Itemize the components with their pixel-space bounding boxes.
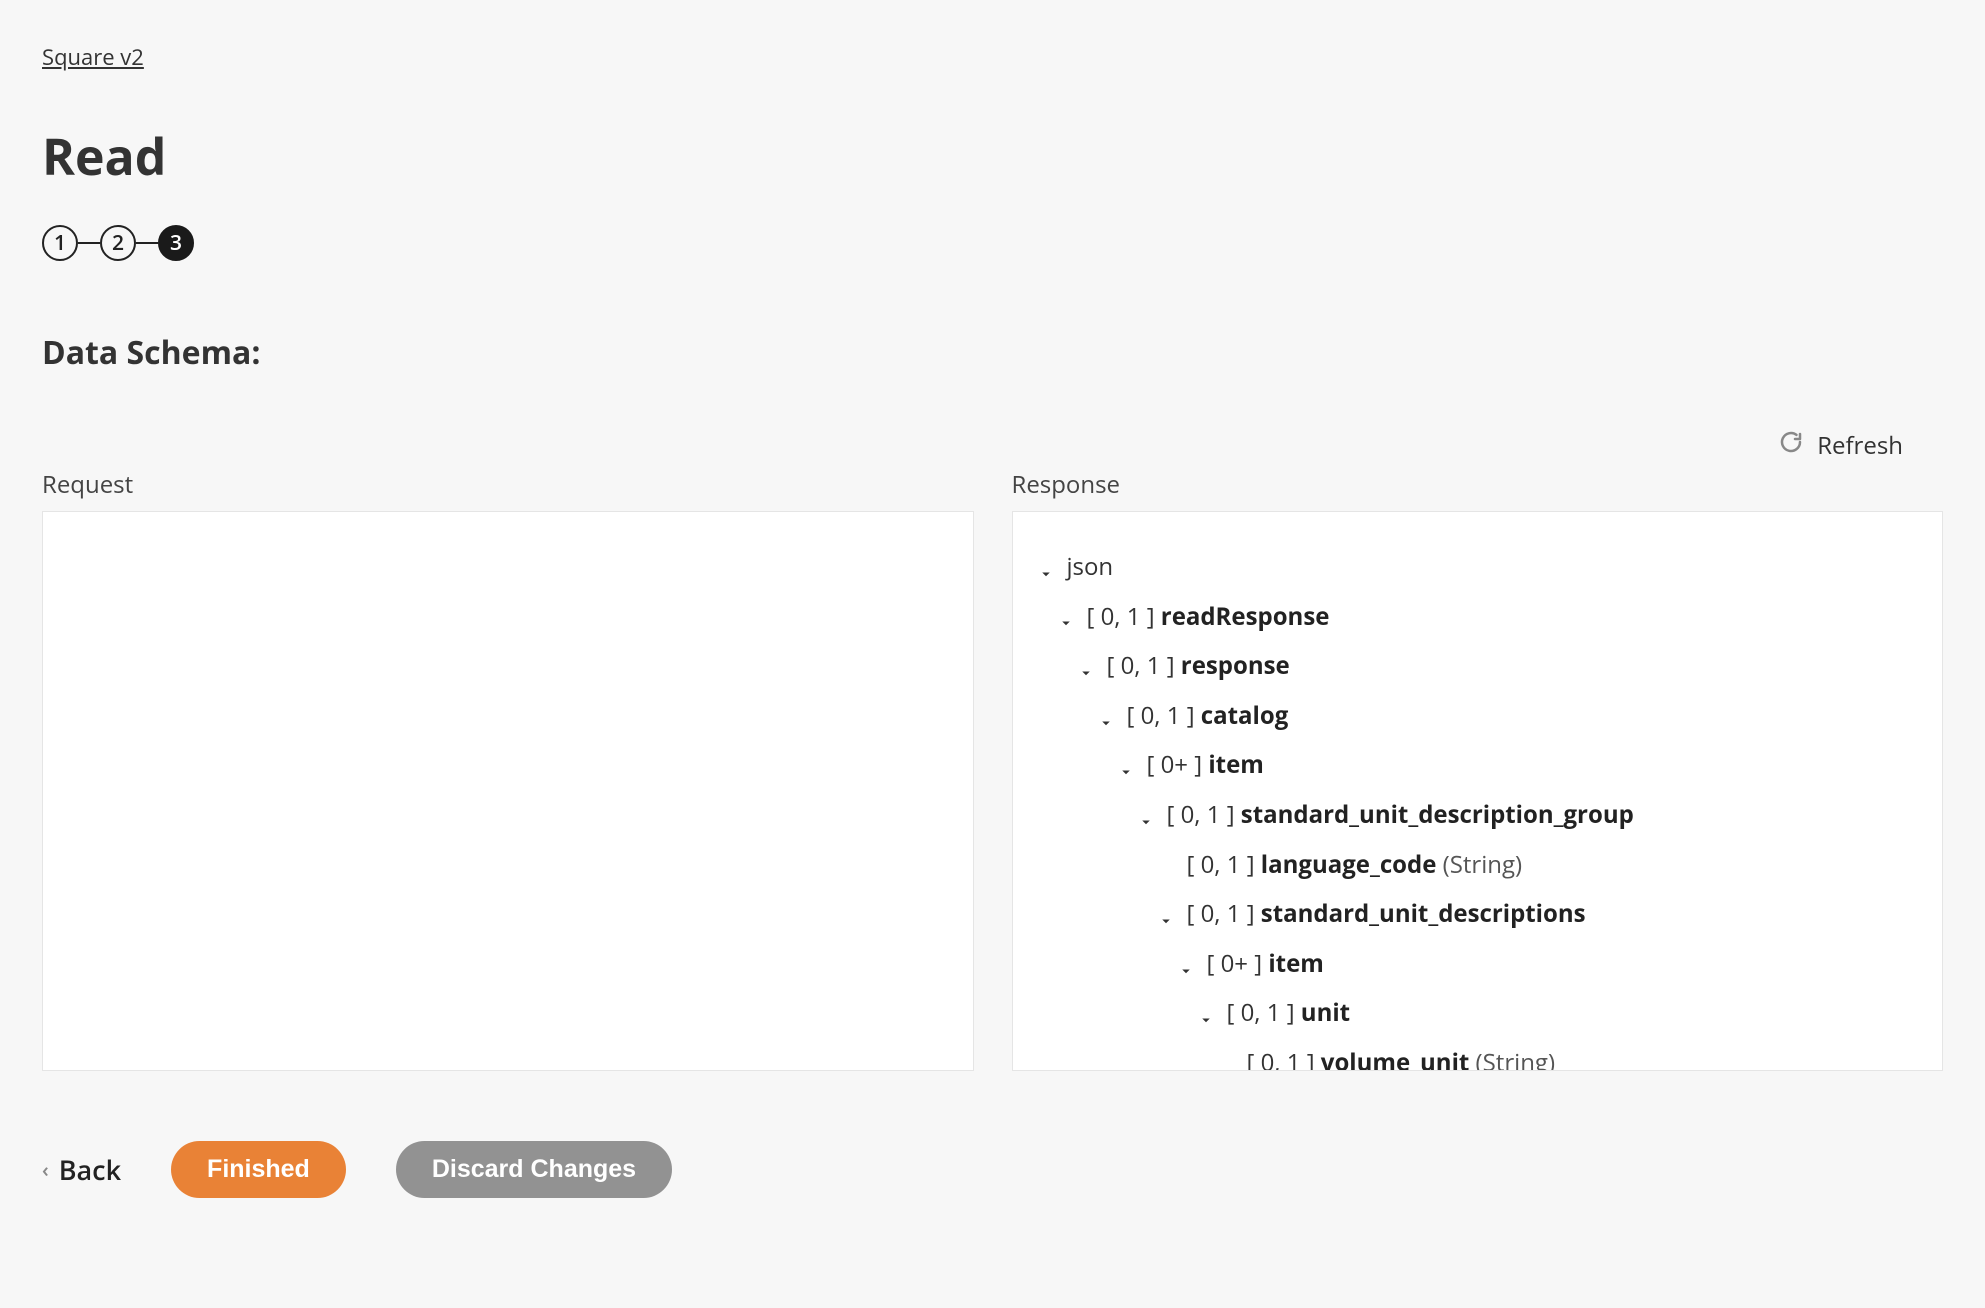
tree-node-label: json xyxy=(1067,550,1114,584)
chevron-down-icon[interactable] xyxy=(1177,955,1195,973)
refresh-label: Refresh xyxy=(1817,429,1903,462)
tree-node[interactable]: [ 0, 1 ] response xyxy=(1077,641,1919,691)
tree-node-label: [ 0+ ] item xyxy=(1207,947,1324,981)
refresh-icon xyxy=(1779,429,1803,462)
tree-node[interactable]: [ 0, 1 ] catalog xyxy=(1097,691,1919,741)
back-label: Back xyxy=(59,1151,121,1188)
tree-node: [ 0, 1 ] language_code (String) xyxy=(1157,840,1919,890)
step-1[interactable]: 1 xyxy=(42,225,78,261)
discard-button[interactable]: Discard Changes xyxy=(396,1141,672,1198)
tree-node-label: [ 0, 1 ] volume_unit (String) xyxy=(1247,1046,1556,1071)
tree-node-label: [ 0, 1 ] standard_unit_descriptions xyxy=(1187,897,1586,931)
chevron-down-icon[interactable] xyxy=(1057,607,1075,625)
tree-node-label: [ 0, 1 ] response xyxy=(1107,649,1290,683)
chevron-down-icon[interactable] xyxy=(1097,707,1115,725)
tree-node-label: [ 0, 1 ] catalog xyxy=(1127,699,1289,733)
refresh-button[interactable]: Refresh xyxy=(1779,429,1903,462)
chevron-down-icon[interactable] xyxy=(1197,1004,1215,1022)
section-title: Data Schema: xyxy=(42,331,1943,374)
tree-node[interactable]: [ 0, 1 ] unit xyxy=(1197,988,1919,1038)
tree-node[interactable]: [ 0, 1 ] readResponse xyxy=(1057,592,1919,642)
step-connector xyxy=(78,242,100,244)
tree-node[interactable]: [ 0+ ] item xyxy=(1117,740,1919,790)
tree-node[interactable]: [ 0+ ] item xyxy=(1177,939,1919,989)
chevron-down-icon[interactable] xyxy=(1137,806,1155,824)
chevron-down-icon[interactable] xyxy=(1157,905,1175,923)
chevron-down-icon[interactable] xyxy=(1037,558,1055,576)
step-connector xyxy=(136,242,158,244)
request-label: Request xyxy=(42,468,974,501)
breadcrumb[interactable]: Square v2 xyxy=(42,42,144,72)
tree-node[interactable]: json xyxy=(1037,542,1919,592)
tree-node[interactable]: [ 0, 1 ] standard_unit_description_group xyxy=(1137,790,1919,840)
tree-node-label: [ 0, 1 ] standard_unit_description_group xyxy=(1167,798,1634,832)
chevron-down-icon[interactable] xyxy=(1117,756,1135,774)
back-button[interactable]: ‹ Back xyxy=(42,1151,121,1188)
page-title: Read xyxy=(42,122,1943,190)
step-3[interactable]: 3 xyxy=(158,225,194,261)
step-2[interactable]: 2 xyxy=(100,225,136,261)
tree-node[interactable]: [ 0, 1 ] standard_unit_descriptions xyxy=(1157,889,1919,939)
tree-node: [ 0, 1 ] volume_unit (String) xyxy=(1217,1038,1919,1071)
chevron-down-icon[interactable] xyxy=(1077,657,1095,675)
tree-node-label: [ 0, 1 ] readResponse xyxy=(1087,600,1330,634)
tree-node-label: [ 0, 1 ] unit xyxy=(1227,996,1351,1030)
tree-node-label: [ 0, 1 ] language_code (String) xyxy=(1187,848,1523,882)
step-indicator: 1 2 3 xyxy=(42,225,1943,261)
finished-button[interactable]: Finished xyxy=(171,1141,346,1198)
tree-node-label: [ 0+ ] item xyxy=(1147,748,1264,782)
chevron-left-icon: ‹ xyxy=(42,1156,49,1183)
response-panel: json [ 0, 1 ] readResponse [ 0, 1 ] respon… xyxy=(1012,511,1944,1071)
response-label: Response xyxy=(1012,468,1944,501)
request-panel xyxy=(42,511,974,1071)
